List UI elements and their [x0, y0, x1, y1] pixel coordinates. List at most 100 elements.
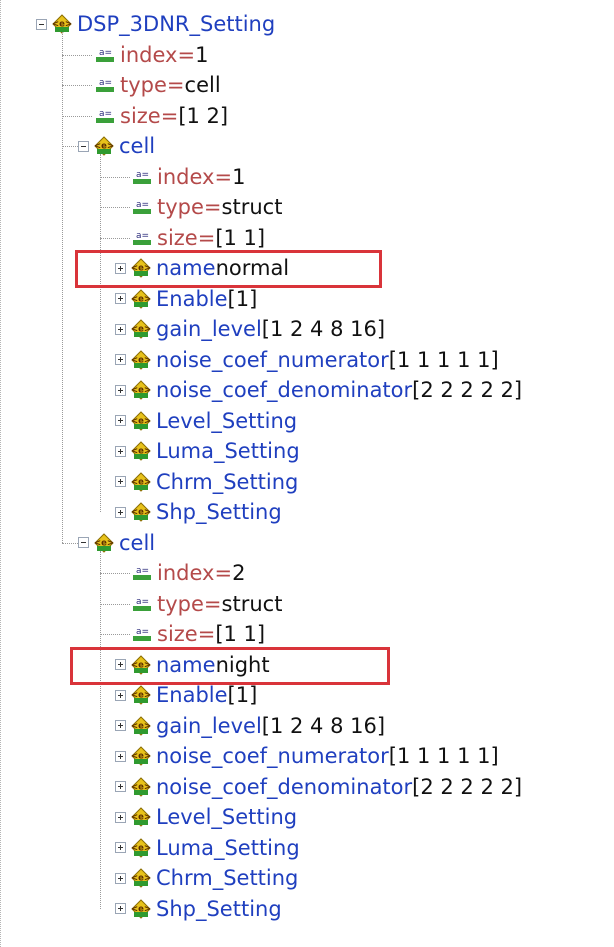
field-name: size — [157, 225, 198, 250]
node-label[interactable]: Chrm_Setting — [156, 467, 298, 497]
field-name: index — [157, 561, 215, 585]
tree-node-child[interactable]: <e> Chrm_Setting — [115, 467, 298, 497]
struct-node-icon: <e> — [131, 685, 151, 705]
expand-plus-icon[interactable] — [115, 445, 126, 457]
node-label[interactable]: Enable — [156, 680, 228, 710]
tree-node-child[interactable]: <e> name night — [115, 650, 270, 680]
node-label[interactable]: noise_coef_numerator — [156, 345, 389, 375]
expand-plus-icon[interactable] — [115, 689, 126, 701]
node-label[interactable]: Shp_Setting — [156, 497, 282, 527]
node-value: [1] — [227, 683, 258, 707]
node-label[interactable]: Level_Setting — [156, 802, 297, 832]
tree-field-row[interactable]: a= size = [1 1] — [132, 619, 265, 649]
field-value-icon: a= — [96, 78, 114, 92]
expand-plus-icon[interactable] — [115, 781, 126, 792]
struct-node-icon: <e> — [131, 898, 151, 919]
tree-node-cell[interactable]: <e> cell — [78, 131, 155, 161]
tree-field-row[interactable]: a= index = 1 — [95, 40, 208, 70]
tree-node-child[interactable]: <e> Shp_Setting — [115, 894, 282, 924]
tree-node-child[interactable]: <e> Enable [1] — [115, 284, 257, 314]
expand-plus-icon[interactable] — [115, 262, 126, 274]
node-label[interactable]: noise_coef_denominator — [156, 772, 412, 802]
tree-field-row[interactable]: a= size = [1 2] — [95, 101, 228, 131]
svg-text:<e>: <e> — [131, 904, 151, 914]
tree-connector — [62, 146, 78, 147]
tree-node-child[interactable]: <e> Level_Setting — [115, 406, 297, 436]
tree-field-row[interactable]: a= size = [1 1] — [132, 223, 265, 253]
tree-field-row[interactable]: a= index = 2 — [132, 558, 245, 588]
tree-field-row[interactable]: a= index = 1 — [132, 162, 245, 192]
tree-node-child[interactable]: <e> Luma_Setting — [115, 436, 300, 466]
expand-plus-icon[interactable] — [115, 750, 126, 762]
tree-node-child[interactable]: <e> noise_coef_numerator [1 1 1 1 1] — [115, 741, 499, 771]
svg-text:<e>: <e> — [131, 386, 151, 396]
node-label[interactable]: DSP_3DNR_Setting — [77, 9, 275, 39]
struct-node-icon: <e> — [131, 502, 151, 522]
tree-node-child[interactable]: <e> gain_level [1 2 4 8 16] — [115, 314, 385, 344]
svg-text:a=: a= — [136, 200, 149, 210]
node-label[interactable]: Chrm_Setting — [156, 863, 298, 893]
tree-node-child[interactable]: <e> noise_coef_denominator [2 2 2 2 2] — [115, 375, 522, 405]
node-label[interactable]: cell — [119, 528, 155, 558]
field-equals: = — [160, 103, 179, 128]
field-name: type — [157, 195, 204, 219]
node-label[interactable]: cell — [119, 131, 155, 161]
field-value-icon: a= — [133, 200, 151, 214]
expand-plus-icon[interactable] — [115, 476, 126, 487]
node-label[interactable]: Enable — [156, 284, 228, 314]
collapse-minus-icon[interactable] — [78, 537, 89, 548]
field-value: struct — [221, 591, 283, 616]
expand-plus-icon[interactable] — [115, 872, 126, 884]
expand-plus-icon[interactable] — [115, 811, 126, 823]
expand-plus-icon[interactable] — [115, 384, 126, 396]
tree-node-child[interactable]: <e> noise_coef_numerator [1 1 1 1 1] — [115, 345, 499, 375]
expand-plus-icon[interactable] — [115, 842, 126, 853]
field-value: [1 1] — [215, 622, 266, 646]
tree-node-child[interactable]: <e> Enable [1] — [115, 680, 257, 710]
struct-node-icon: <e> — [131, 715, 151, 736]
tree-connector — [62, 54, 92, 56]
node-label[interactable]: Shp_Setting — [156, 894, 282, 924]
node-label[interactable]: name — [156, 253, 216, 283]
expand-plus-icon[interactable] — [115, 354, 126, 365]
struct-node-icon: <e> — [131, 868, 151, 888]
expand-plus-icon[interactable] — [115, 720, 126, 731]
svg-text:a=: a= — [136, 566, 149, 576]
expand-plus-icon[interactable] — [115, 415, 126, 426]
node-label[interactable]: gain_level — [156, 314, 262, 344]
node-label[interactable]: noise_coef_numerator — [156, 741, 389, 771]
tree-node-cell[interactable]: <e> cell — [78, 528, 155, 558]
node-label[interactable]: name — [156, 650, 216, 680]
tree-node-child[interactable]: <e> Chrm_Setting — [115, 863, 298, 893]
tree-node-child[interactable]: <e> name normal — [115, 253, 289, 283]
tree-field-row[interactable]: a= type = struct — [132, 589, 282, 619]
expand-plus-icon[interactable] — [115, 659, 126, 670]
collapse-minus-icon[interactable] — [78, 140, 89, 152]
node-label[interactable]: gain_level — [156, 711, 262, 741]
tree-node-child[interactable]: <e> noise_coef_denominator [2 2 2 2 2] — [115, 772, 522, 802]
node-label[interactable]: Luma_Setting — [156, 833, 300, 863]
collapse-minus-icon[interactable] — [36, 18, 47, 30]
struct-node-icon: <e> — [131, 319, 151, 339]
node-label[interactable]: noise_coef_denominator — [156, 375, 412, 405]
expand-plus-icon[interactable] — [115, 323, 126, 335]
tree-field-row[interactable]: a= type = struct — [132, 192, 282, 222]
field-name: size — [157, 622, 198, 646]
node-label[interactable]: Level_Setting — [156, 406, 297, 436]
svg-text:a=: a= — [136, 231, 149, 241]
expand-plus-icon[interactable] — [115, 903, 126, 914]
tree-node-child[interactable]: <e> Shp_Setting — [115, 497, 282, 527]
field-value: [1 2] — [178, 103, 229, 128]
expand-plus-icon[interactable] — [115, 506, 126, 518]
tree-field-row[interactable]: a= type = cell — [95, 70, 221, 100]
tree-node-child[interactable]: <e> Level_Setting — [115, 802, 297, 832]
tree-view: <e> DSP_3DNR_Setting a= index = 1 a= type = c… — [0, 0, 614, 947]
expand-plus-icon[interactable] — [115, 293, 126, 304]
svg-text:<e>: <e> — [131, 447, 151, 457]
tree-guide — [100, 154, 101, 512]
tree-node-root[interactable]: <e> DSP_3DNR_Setting — [36, 9, 275, 39]
tree-node-child[interactable]: <e> Luma_Setting — [115, 833, 300, 863]
tree-node-child[interactable]: <e> gain_level [1 2 4 8 16] — [115, 711, 385, 741]
struct-node-icon: <e> — [131, 776, 151, 797]
node-label[interactable]: Luma_Setting — [156, 436, 300, 466]
